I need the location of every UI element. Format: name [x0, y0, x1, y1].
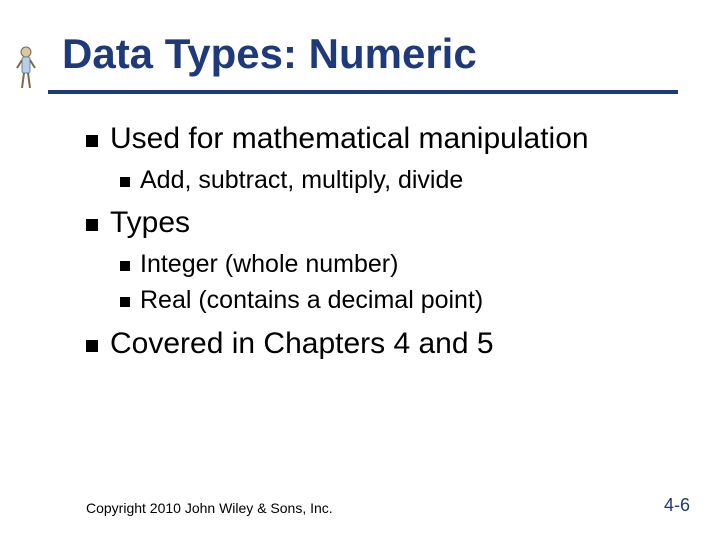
- slide-title: Data Types: Numeric: [62, 30, 477, 78]
- bullet-icon: [86, 135, 98, 147]
- bullet-level1: Covered in Chapters 4 and 5: [86, 325, 666, 363]
- page-number: 4-6: [664, 495, 690, 516]
- bullet-level1: Types: [86, 204, 666, 242]
- bullet-text: Real (contains a decimal point): [140, 286, 483, 314]
- title-underline: [48, 90, 678, 94]
- bullet-text: Integer (whole number): [140, 250, 398, 278]
- bullet-level2: Add, subtract, multiply, divide: [120, 164, 666, 197]
- copyright-text: Copyright 2010 John Wiley & Sons, Inc.: [86, 500, 333, 516]
- bullet-text: Types: [110, 206, 190, 239]
- slide-body: Used for mathematical manipulation Add, …: [86, 112, 666, 368]
- slide: Data Types: Numeric Used for mathematica…: [0, 0, 720, 540]
- bullet-icon: [86, 219, 98, 231]
- bullet-icon: [120, 297, 130, 307]
- bullet-level2: Integer (whole number): [120, 248, 666, 281]
- bullet-text: Covered in Chapters 4 and 5: [110, 327, 494, 360]
- bullet-icon: [120, 177, 130, 187]
- bullet-icon: [86, 340, 98, 352]
- mascot-icon: [14, 44, 38, 92]
- bullet-text: Add, subtract, multiply, divide: [140, 166, 463, 194]
- bullet-level1: Used for mathematical manipulation: [86, 120, 666, 158]
- bullet-level2: Real (contains a decimal point): [120, 284, 666, 317]
- bullet-text: Used for mathematical manipulation: [110, 122, 589, 155]
- bullet-icon: [120, 261, 130, 271]
